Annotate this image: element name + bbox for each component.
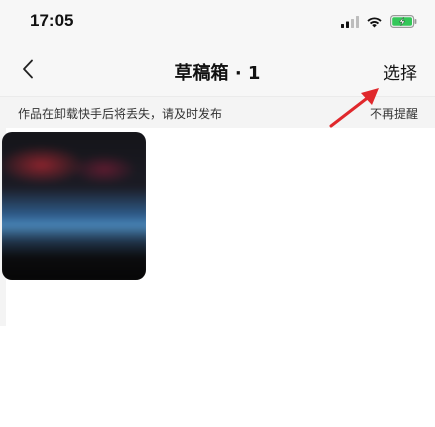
cellular-signal-icon: [341, 13, 359, 32]
draft-item[interactable]: [2, 132, 146, 280]
status-icons: [341, 13, 417, 32]
wifi-icon: [366, 13, 383, 32]
red-arrow-annotation: [329, 88, 379, 128]
notice-text: 作品在卸载快手后将丢失，请及时发布: [18, 107, 223, 121]
page-title: 草稿箱 · 1: [174, 63, 261, 84]
drafts-grid: [0, 128, 435, 427]
blurred-video-thumbnail: [2, 132, 146, 280]
status-bar: 17:05: [0, 0, 435, 46]
select-button[interactable]: 选择: [383, 59, 417, 84]
status-time: 17:05: [30, 11, 74, 30]
battery-charging-icon: [390, 13, 417, 32]
